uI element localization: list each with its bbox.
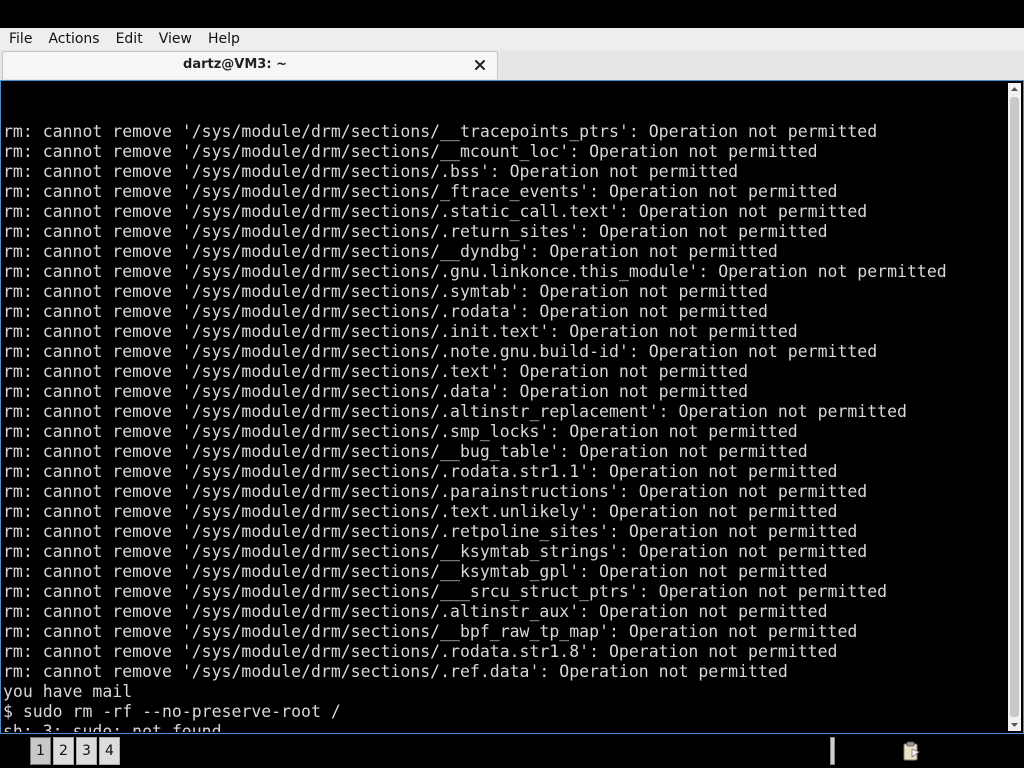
terminal-line: rm: cannot remove '/sys/module/drm/secti… — [3, 542, 868, 561]
terminal-line: rm: cannot remove '/sys/module/drm/secti… — [3, 162, 739, 181]
terminal-line: rm: cannot remove '/sys/module/drm/secti… — [3, 562, 828, 581]
terminal-output: rm: cannot remove '/sys/module/drm/secti… — [3, 82, 1003, 732]
terminal-line: rm: cannot remove '/sys/module/drm/secti… — [3, 282, 768, 301]
terminal-line: rm: cannot remove '/sys/module/drm/secti… — [3, 122, 878, 141]
terminal-tab[interactable]: dartz@VM3: ~ — [2, 51, 498, 79]
terminal-area[interactable]: rm: cannot remove '/sys/module/drm/secti… — [0, 80, 1024, 734]
clipboard-icon[interactable] — [900, 740, 922, 762]
close-icon[interactable] — [473, 58, 487, 72]
terminal-line: sh: 3: sudo: not found — [3, 722, 222, 732]
terminal-line: rm: cannot remove '/sys/module/drm/secti… — [3, 142, 818, 161]
workspace-2-button[interactable]: 2 — [53, 737, 74, 765]
terminal-line: $ sudo rm -rf --no-preserve-root / — [3, 702, 341, 721]
terminal-line: rm: cannot remove '/sys/module/drm/secti… — [3, 402, 907, 421]
workspace-4-button[interactable]: 4 — [99, 737, 120, 765]
taskbar: 1 2 3 4 — [0, 734, 1024, 768]
terminal-line: rm: cannot remove '/sys/module/drm/secti… — [3, 182, 838, 201]
terminal-line: rm: cannot remove '/sys/module/drm/secti… — [3, 422, 798, 441]
tab-bar: dartz@VM3: ~ — [0, 50, 1024, 81]
terminal-line: rm: cannot remove '/sys/module/drm/secti… — [3, 362, 749, 381]
workspace-1-button[interactable]: 1 — [30, 737, 51, 765]
scrollbar-thumb[interactable] — [1010, 97, 1019, 717]
terminal-line: rm: cannot remove '/sys/module/drm/secti… — [3, 322, 798, 341]
menubar: File Actions Edit View Help — [0, 28, 1024, 50]
terminal-line: rm: cannot remove '/sys/module/drm/secti… — [3, 342, 878, 361]
menu-view[interactable]: View — [150, 28, 199, 50]
terminal-line: rm: cannot remove '/sys/module/drm/secti… — [3, 522, 858, 541]
workspace-3-button[interactable]: 3 — [76, 737, 97, 765]
terminal-line: rm: cannot remove '/sys/module/drm/secti… — [3, 442, 808, 461]
arrow-down-icon[interactable] — [1008, 719, 1021, 731]
terminal-line: rm: cannot remove '/sys/module/drm/secti… — [3, 242, 778, 261]
tab-title: dartz@VM3: ~ — [183, 57, 287, 72]
terminal-line: rm: cannot remove '/sys/module/drm/secti… — [3, 602, 828, 621]
terminal-line: rm: cannot remove '/sys/module/drm/secti… — [3, 622, 858, 641]
terminal-line: rm: cannot remove '/sys/module/drm/secti… — [3, 582, 888, 601]
terminal-line: rm: cannot remove '/sys/module/drm/secti… — [3, 222, 828, 241]
terminal-line: rm: cannot remove '/sys/module/drm/secti… — [3, 502, 838, 521]
terminal-line: rm: cannot remove '/sys/module/drm/secti… — [3, 302, 768, 321]
menu-actions[interactable]: Actions — [39, 28, 106, 50]
terminal-line: rm: cannot remove '/sys/module/drm/secti… — [3, 462, 838, 481]
terminal-line: rm: cannot remove '/sys/module/drm/secti… — [3, 482, 868, 501]
taskbar-handle[interactable] — [830, 737, 835, 765]
arrow-up-icon[interactable] — [1008, 83, 1021, 95]
terminal-line: rm: cannot remove '/sys/module/drm/secti… — [3, 262, 947, 281]
terminal-line: rm: cannot remove '/sys/module/drm/secti… — [3, 642, 838, 661]
terminal-line: rm: cannot remove '/sys/module/drm/secti… — [3, 382, 749, 401]
menu-edit[interactable]: Edit — [107, 28, 150, 50]
terminal-line: you have mail — [3, 682, 133, 701]
vertical-scrollbar[interactable] — [1008, 83, 1021, 731]
terminal-line: rm: cannot remove '/sys/module/drm/secti… — [3, 202, 868, 221]
menu-file[interactable]: File — [0, 28, 39, 50]
menu-help[interactable]: Help — [199, 28, 247, 50]
top-black-bar — [0, 0, 1024, 28]
terminal-line: rm: cannot remove '/sys/module/drm/secti… — [3, 662, 788, 681]
